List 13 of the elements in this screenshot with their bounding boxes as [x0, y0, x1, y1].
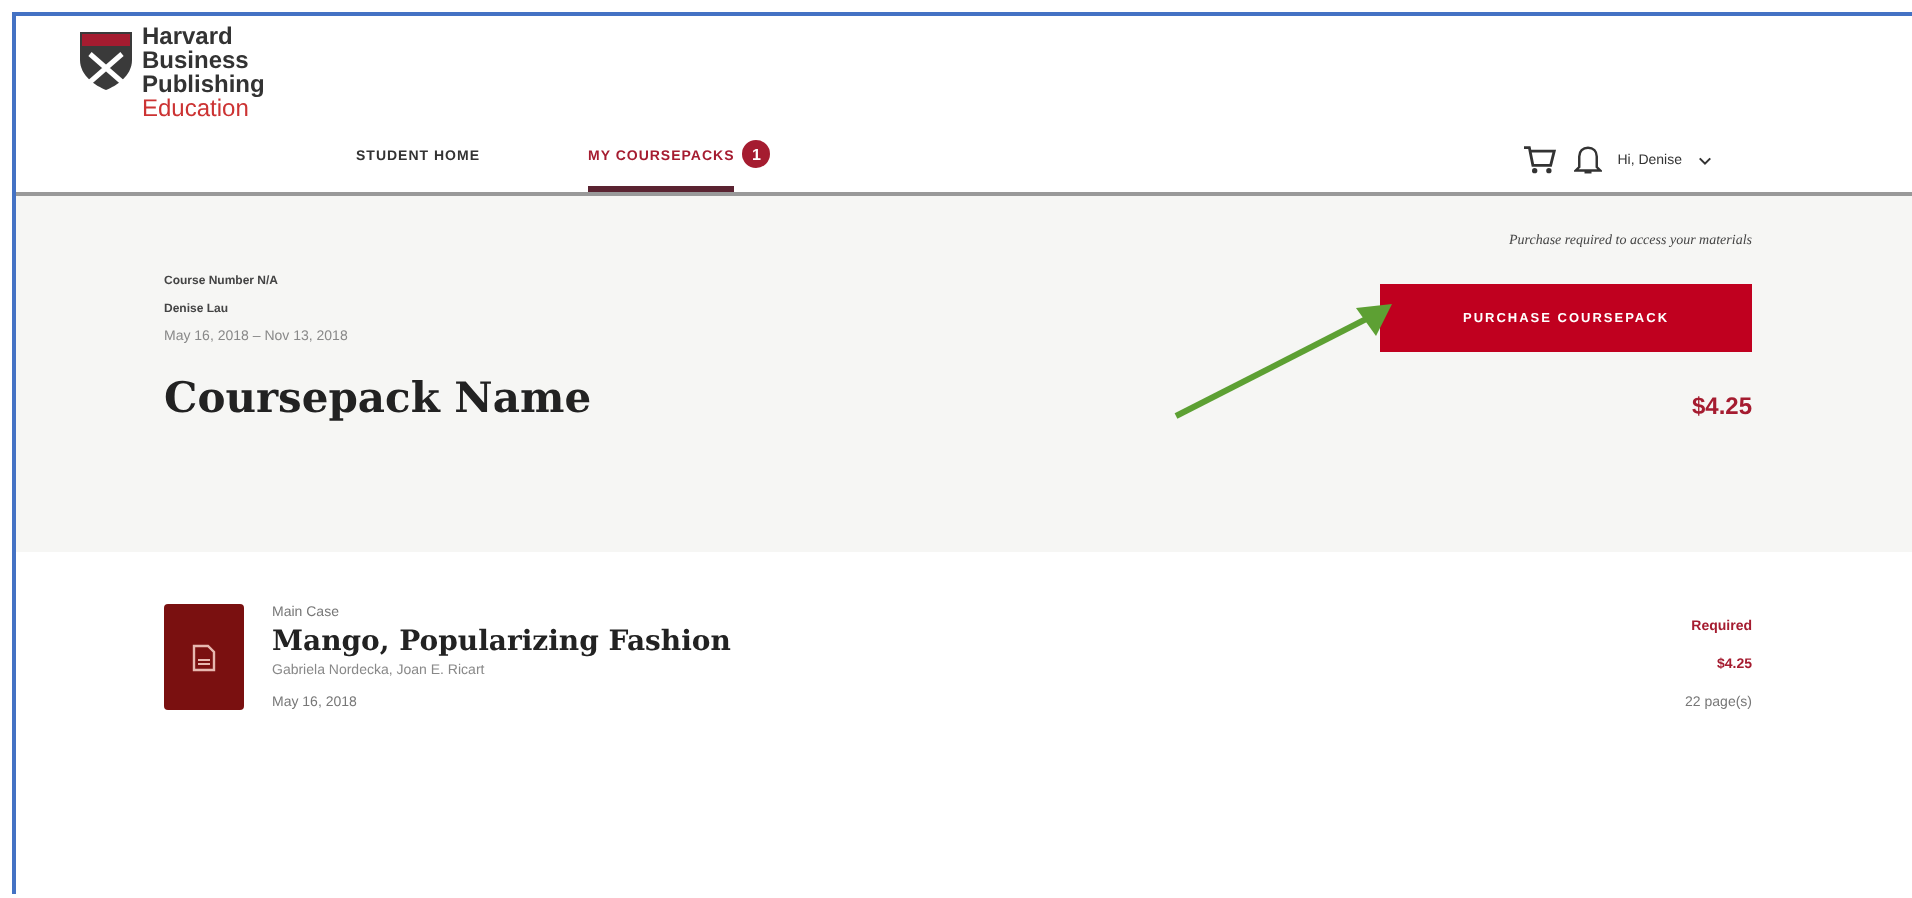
logo-subtitle: Education	[142, 96, 249, 120]
bell-icon[interactable]	[1573, 144, 1602, 176]
count-badge: 1	[742, 140, 771, 168]
coursepack-title: Coursepack Name	[164, 372, 592, 422]
shield-logo-icon	[76, 28, 136, 92]
chevron-down-icon[interactable]	[1698, 155, 1712, 165]
logo-text: Business	[142, 48, 251, 72]
logo-text: Harvard	[142, 24, 235, 48]
coursepack-price: $4.25	[1691, 392, 1752, 420]
document-icon	[192, 643, 216, 671]
item-title[interactable]: Mango, Popularizing Fashion	[272, 624, 1686, 660]
cart-icon[interactable]	[1521, 144, 1558, 176]
logo-text: Publishing	[142, 72, 265, 96]
